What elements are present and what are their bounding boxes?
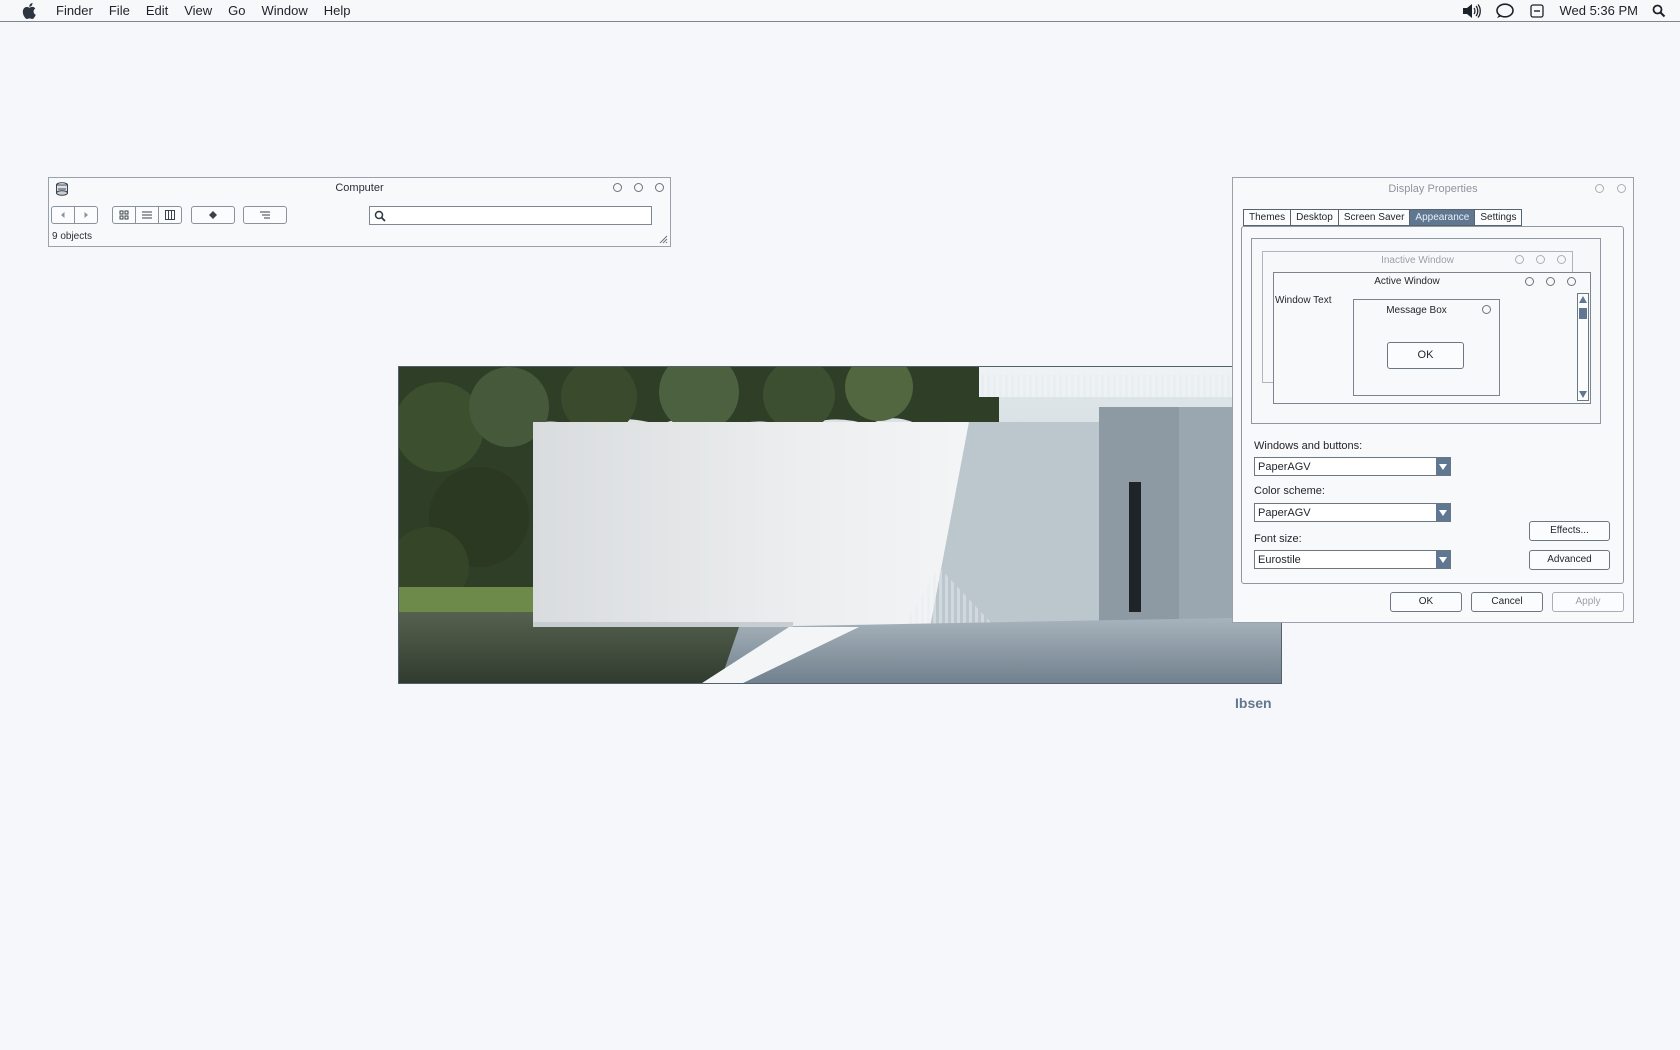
icon-view-button[interactable] xyxy=(112,206,136,224)
menu-view[interactable]: View xyxy=(176,0,220,21)
menu-extra-icon[interactable] xyxy=(1529,3,1545,19)
apple-menu-icon[interactable] xyxy=(22,2,38,19)
grid-icon xyxy=(119,210,129,220)
chevron-right-icon xyxy=(84,212,88,218)
status-area: Wed 5:36 PM xyxy=(1461,2,1680,19)
menu-help[interactable]: Help xyxy=(316,0,359,21)
list-view-button[interactable] xyxy=(135,206,159,224)
scroll-thumb xyxy=(1579,308,1587,319)
finder-window: Computer 9 objects xyxy=(48,177,671,247)
menu-edit[interactable]: Edit xyxy=(138,0,176,21)
preview-minimize-icon xyxy=(1525,277,1534,286)
arrange-button[interactable] xyxy=(243,206,287,224)
windows-buttons-label: Windows and buttons: xyxy=(1254,440,1363,452)
preview-close-icon xyxy=(1557,255,1566,264)
preview-zoom-icon xyxy=(1546,277,1555,286)
item-count: 9 objects xyxy=(52,231,93,242)
font-size-label: Font size: xyxy=(1254,533,1302,545)
display-properties-window: Display Properties Themes Desktop Screen… xyxy=(1232,177,1634,623)
preview-active-window: Active Window Window Text Message Box OK xyxy=(1273,272,1591,404)
color-scheme-dropdown[interactable]: PaperAGV xyxy=(1254,503,1451,522)
architecture-photo-illustration xyxy=(399,367,1281,683)
messages-icon[interactable] xyxy=(1495,2,1515,19)
effects-button[interactable]: Effects... xyxy=(1529,521,1610,541)
dropdown-arrow-icon xyxy=(1436,551,1450,568)
windows-buttons-dropdown[interactable]: PaperAGV xyxy=(1254,457,1451,476)
minimize-button[interactable] xyxy=(613,183,622,192)
color-scheme-label: Color scheme: xyxy=(1254,485,1325,497)
preview-minimize-icon xyxy=(1515,255,1524,264)
cancel-button[interactable]: Cancel xyxy=(1471,592,1543,612)
dropdown-arrow-icon xyxy=(1436,504,1450,521)
tab-appearance[interactable]: Appearance xyxy=(1409,209,1475,226)
zoom-button[interactable] xyxy=(634,183,643,192)
scroll-down-arrow-icon xyxy=(1579,391,1587,398)
nav-buttons xyxy=(51,206,98,226)
preview-zoom-icon xyxy=(1536,255,1545,264)
view-mode-buttons xyxy=(112,206,182,226)
arrange-lines-icon xyxy=(260,211,270,219)
chevron-left-icon xyxy=(61,212,65,218)
menu-window[interactable]: Window xyxy=(254,0,316,21)
tab-bar: Themes Desktop Screen Saver Appearance S… xyxy=(1243,209,1523,226)
ok-button[interactable]: OK xyxy=(1390,592,1462,612)
column-view-button[interactable] xyxy=(158,206,182,224)
resize-grip-icon[interactable] xyxy=(659,235,668,244)
apply-button[interactable]: Apply xyxy=(1552,592,1624,612)
advanced-button[interactable]: Advanced xyxy=(1529,550,1610,570)
preview-message-box: Message Box OK xyxy=(1353,299,1500,396)
preview-scrollbar xyxy=(1577,293,1589,401)
windows-buttons-value: PaperAGV xyxy=(1258,461,1311,473)
window-title: Display Properties xyxy=(1388,183,1478,195)
photo-caption: Ibsen xyxy=(1235,695,1272,711)
list-icon xyxy=(142,211,152,219)
action-button[interactable] xyxy=(191,206,235,224)
volume-icon[interactable] xyxy=(1461,3,1482,19)
menu-bar: Finder File Edit View Go Window Help Wed… xyxy=(0,0,1680,22)
menu-file[interactable]: File xyxy=(101,0,138,21)
window-controls xyxy=(1595,184,1626,193)
menu-finder[interactable]: Finder xyxy=(48,0,101,21)
font-size-dropdown[interactable]: Eurostile xyxy=(1254,550,1451,569)
back-button[interactable] xyxy=(51,206,75,224)
window-controls xyxy=(613,183,664,192)
appearance-preview: Inactive Window Active Window Window Tex… xyxy=(1251,238,1601,424)
color-scheme-value: PaperAGV xyxy=(1258,507,1311,519)
message-box-ok-button: OK xyxy=(1387,342,1464,369)
menu-go[interactable]: Go xyxy=(220,0,253,21)
scroll-up-arrow-icon xyxy=(1579,296,1587,303)
window-text-sample: Window Text xyxy=(1275,295,1332,306)
diamond-icon xyxy=(209,211,217,219)
tab-settings[interactable]: Settings xyxy=(1474,209,1523,226)
close-button[interactable] xyxy=(1617,184,1626,193)
wallpaper-photo xyxy=(398,366,1282,684)
search-field[interactable] xyxy=(369,206,652,225)
dropdown-arrow-icon xyxy=(1436,458,1450,475)
search-input[interactable] xyxy=(390,208,649,224)
preview-close-icon xyxy=(1567,277,1576,286)
tab-screen-saver[interactable]: Screen Saver xyxy=(1337,209,1410,226)
search-icon xyxy=(374,210,386,222)
help-button[interactable] xyxy=(1595,184,1604,193)
message-box-title: Message Box xyxy=(1386,305,1447,316)
tab-themes[interactable]: Themes xyxy=(1243,209,1291,226)
close-button[interactable] xyxy=(655,183,664,192)
tab-desktop[interactable]: Desktop xyxy=(1290,209,1338,226)
columns-icon xyxy=(165,210,175,220)
window-title: Computer xyxy=(335,182,384,194)
forward-button[interactable] xyxy=(74,206,98,224)
clock[interactable]: Wed 5:36 PM xyxy=(1559,3,1638,18)
active-window-title: Active Window xyxy=(1374,276,1440,287)
font-size-value: Eurostile xyxy=(1258,554,1301,566)
spotlight-search-icon[interactable] xyxy=(1652,4,1666,18)
message-box-close-icon xyxy=(1482,305,1491,314)
